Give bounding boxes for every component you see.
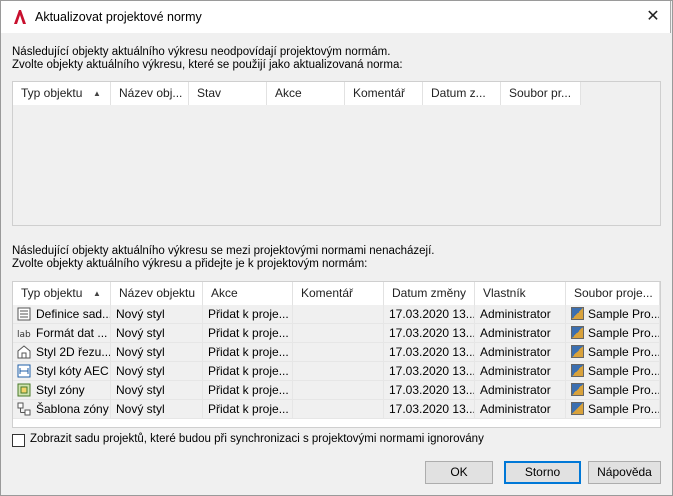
row-date: 17.03.2020 13... (384, 305, 475, 324)
property-set-definition-icon (17, 307, 31, 321)
section1-line2: Zvolte objekty aktuálního výkresu, které… (12, 59, 403, 71)
row-action[interactable]: Přidat k proje... (203, 324, 293, 343)
column-header-name[interactable]: Název objektu (111, 282, 203, 305)
table-row[interactable]: Šablona zóny Nový styl Přidat k proje...… (13, 400, 660, 419)
row-type: Formát dat ... (36, 326, 108, 340)
row-comment[interactable] (293, 381, 384, 400)
table-row[interactable]: lab Formát dat ... Nový styl Přidat k pr… (13, 324, 660, 343)
row-file: Sample Pro... (588, 307, 660, 321)
row-owner: Administrator (475, 400, 566, 419)
row-comment[interactable] (293, 305, 384, 324)
column-header-type[interactable]: Typ objektu ▲ (13, 82, 111, 105)
zone-style-icon (17, 383, 31, 397)
project-file-icon (571, 364, 584, 377)
row-file: Sample Pro... (588, 383, 660, 397)
row-name: Nový styl (111, 381, 203, 400)
row-date: 17.03.2020 13... (384, 343, 475, 362)
row-name: Nový styl (111, 343, 203, 362)
data-format-icon: lab (17, 330, 31, 340)
nonconforming-objects-grid[interactable]: Typ objektu ▲ Název obj... Stav Akce Kome… (12, 81, 661, 226)
column-header-action[interactable]: Akce (267, 82, 345, 105)
row-type: Styl kóty AEC (36, 364, 109, 378)
title-bar: Aktualizovat projektové normy ✕ (0, 0, 671, 33)
row-comment[interactable] (293, 400, 384, 419)
row-name: Nový styl (111, 362, 203, 381)
row-file: Sample Pro... (588, 326, 660, 340)
row-file: Sample Pro... (588, 402, 660, 416)
section2-line2: Zvolte objekty aktuálního výkresu a přid… (12, 258, 368, 270)
row-file: Sample Pro... (588, 345, 660, 359)
show-ignored-checkbox[interactable] (12, 434, 25, 447)
project-file-icon (571, 383, 584, 396)
column-header-file[interactable]: Soubor proje... (566, 282, 660, 305)
window-title: Aktualizovat projektové normy (35, 10, 202, 24)
row-owner: Administrator (475, 343, 566, 362)
table-row[interactable]: Styl zóny Nový styl Přidat k proje... 17… (13, 381, 660, 400)
project-file-icon (571, 345, 584, 358)
row-owner: Administrator (475, 381, 566, 400)
column-header-owner[interactable]: Vlastník (475, 282, 566, 305)
row-owner: Administrator (475, 324, 566, 343)
row-action[interactable]: Přidat k proje... (203, 400, 293, 419)
column-header-date[interactable]: Datum z... (423, 82, 501, 105)
project-file-icon (571, 326, 584, 339)
row-name: Nový styl (111, 324, 203, 343)
column-header-name[interactable]: Název obj... (111, 82, 189, 105)
row-file: Sample Pro... (588, 364, 660, 378)
cancel-button[interactable]: Storno (504, 461, 581, 484)
project-file-icon (571, 402, 584, 415)
table-row[interactable]: Styl 2D řezu... Nový styl Přidat k proje… (13, 343, 660, 362)
autodesk-app-icon (14, 10, 26, 24)
2d-section-style-icon (17, 345, 31, 359)
ok-button[interactable]: OK (425, 461, 493, 484)
table-row[interactable]: Definice sad... Nový styl Přidat k proje… (13, 305, 660, 324)
project-file-icon (571, 307, 584, 320)
zone-template-icon (17, 402, 31, 416)
svg-text:lab: lab (17, 330, 31, 340)
row-type: Styl 2D řezu... (36, 345, 111, 359)
row-date: 17.03.2020 13... (384, 400, 475, 419)
missing-objects-grid[interactable]: Typ objektu ▲ Název objektu Akce Komentář… (12, 281, 661, 428)
sort-ascending-icon: ▲ (93, 89, 101, 98)
show-ignored-label[interactable]: Zobrazit sadu projektů, které budou při … (30, 433, 484, 445)
row-action[interactable]: Přidat k proje... (203, 305, 293, 324)
grid-header: Typ objektu ▲ Název objektu Akce Komentář… (13, 282, 660, 305)
aec-dimension-style-icon (17, 364, 31, 378)
row-type: Šablona zóny (36, 402, 109, 416)
row-action[interactable]: Přidat k proje... (203, 362, 293, 381)
column-header-date[interactable]: Datum změny (384, 282, 475, 305)
close-icon[interactable]: ✕ (642, 6, 664, 28)
row-date: 17.03.2020 13... (384, 381, 475, 400)
row-owner: Administrator (475, 362, 566, 381)
row-date: 17.03.2020 13... (384, 362, 475, 381)
table-row[interactable]: Styl kóty AEC Nový styl Přidat k proje..… (13, 362, 660, 381)
column-header-file[interactable]: Soubor pr... (501, 82, 581, 105)
row-comment[interactable] (293, 324, 384, 343)
column-header-state[interactable]: Stav (189, 82, 267, 105)
column-header-comment[interactable]: Komentář (345, 82, 423, 105)
row-action[interactable]: Přidat k proje... (203, 343, 293, 362)
row-comment[interactable] (293, 362, 384, 381)
column-header-type[interactable]: Typ objektu ▲ (13, 282, 111, 305)
column-header-comment[interactable]: Komentář (293, 282, 384, 305)
column-header-action[interactable]: Akce (203, 282, 293, 305)
help-button[interactable]: Nápověda (588, 461, 661, 484)
sort-ascending-icon: ▲ (93, 289, 101, 298)
row-date: 17.03.2020 13... (384, 324, 475, 343)
row-type: Styl zóny (36, 383, 85, 397)
row-type: Definice sad... (36, 307, 111, 321)
row-comment[interactable] (293, 343, 384, 362)
row-owner: Administrator (475, 305, 566, 324)
row-name: Nový styl (111, 400, 203, 419)
grid-header: Typ objektu ▲ Název obj... Stav Akce Kome… (13, 82, 581, 105)
row-name: Nový styl (111, 305, 203, 324)
row-action[interactable]: Přidat k proje... (203, 381, 293, 400)
